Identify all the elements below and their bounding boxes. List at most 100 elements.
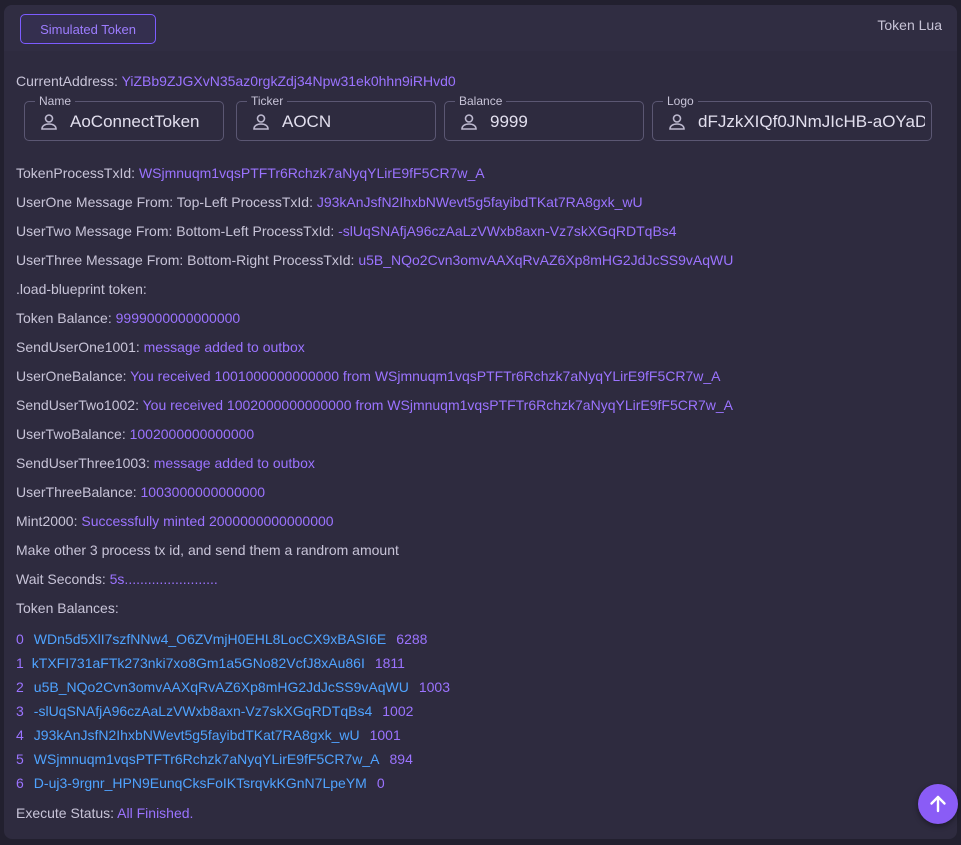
log-value: 9999000000000000 — [115, 310, 241, 326]
log-line: UserTwoBalance: 1002000000000000 — [16, 425, 254, 443]
user-icon — [41, 114, 57, 130]
balance-amount: 1811 — [374, 655, 405, 671]
name-field[interactable]: Name AoConnectToken — [24, 93, 224, 141]
log-line: SendUserTwo1002: You received 1002000000… — [16, 396, 733, 414]
log-label: UserTwo Message From: Bottom-Left Proces… — [16, 223, 339, 239]
log-value: 1002000000000000 — [129, 426, 255, 442]
log-label: Token Balances: — [16, 600, 119, 616]
log-line: SendUserThree1003: message added to outb… — [16, 454, 315, 472]
log-label: TokenProcessTxId: — [16, 165, 139, 181]
list-item: 2 u5B_NQo2Cvn3omvAAXqRvAZ6Xp8mHG2JdJcSS9v… — [16, 678, 450, 696]
ticker-field-value: AOCN — [282, 112, 332, 131]
balance-id: u5B_NQo2Cvn3omvAAXqRvAZ6Xp8mHG2JdJcSS9vA… — [33, 679, 409, 695]
log-line: TokenProcessTxId: WSjmnuqm1vqsPTFTr6Rchz… — [16, 164, 485, 182]
list-item: 0 WDn5d5XlI7szfNNw4_O6ZVmjH0EHL8LocCX9xBA… — [16, 630, 427, 648]
current-address-label: CurrentAddress: — [16, 73, 118, 89]
log-line: Token Balances: — [16, 599, 119, 617]
balance-index: 6 — [16, 775, 24, 791]
ticker-field[interactable]: Ticker AOCN — [236, 93, 436, 141]
list-item: 5 WSjmnuqm1vqsPTFTr6Rchzk7aNyqYLirE9fF5CR… — [16, 750, 413, 768]
log-value: message added to outbox — [153, 455, 315, 471]
log-line: SendUserOne1001: message added to outbox — [16, 338, 305, 356]
balance-field-legend: Balance — [455, 93, 507, 109]
log-label: SendUserTwo1002: — [16, 397, 143, 413]
log-line: .load-blueprint token: — [16, 280, 147, 298]
balance-amount: 1003 — [418, 679, 450, 695]
list-item: 3 -slUqSNAfjA96czAaLzVWxb8axn-Vz7skXGqRDT… — [16, 702, 413, 720]
log-line: UserOneBalance: You received 10010000000… — [16, 367, 721, 385]
list-item: 4 J93kAnJsfN2IhxbNWevt5g5fayibdTKat7RA8gx… — [16, 726, 401, 744]
balance-index: 0 — [16, 631, 24, 647]
log-line: UserThreeBalance: 1003000000000000 — [16, 483, 265, 501]
log-value: J93kAnJsfN2IhxbNWevt5g5fayibdTKat7RA8gxk… — [316, 194, 643, 210]
name-field-legend: Name — [35, 93, 76, 109]
balance-field-value: 9999 — [490, 112, 528, 131]
name-field-value: AoConnectToken — [70, 112, 200, 131]
execute-status-label: Execute Status: — [16, 805, 118, 821]
log-label: Token Balance: — [16, 310, 116, 326]
current-address-value: YiZBb9ZJGXvN35az0rgkZdj34Npw31ek0hhn9iRH… — [121, 73, 456, 89]
balance-id: D-uj3-9rgnr_HPN9EunqCksFoIKTsrqvkKGnN7Lp… — [33, 775, 367, 791]
log-label: Make other 3 process tx id, and send the… — [16, 542, 399, 558]
log-value: u5B_NQo2Cvn3omvAAXqRvAZ6Xp8mHG2JdJcSS9vA… — [358, 252, 734, 268]
balance-amount: 1001 — [369, 727, 401, 743]
log-line: UserTwo Message From: Bottom-Left Proces… — [16, 222, 677, 240]
arrow-up-icon — [930, 795, 946, 813]
log-value: -slUqSNAfjA96czAaLzVWxb8axn-Vz7skXGqRDTq… — [338, 223, 677, 239]
log-value: You received 1001000000000000 from WSjmn… — [130, 368, 721, 384]
log-line: UserOne Message From: Top-Left ProcessTx… — [16, 193, 643, 211]
balance-index: 3 — [16, 703, 24, 719]
balance-id: J93kAnJsfN2IhxbNWevt5g5fayibdTKat7RA8gxk… — [33, 727, 360, 743]
log-label: SendUserThree1003: — [16, 455, 154, 471]
log-label: UserOneBalance: — [16, 368, 131, 384]
current-address-line: CurrentAddress: YiZBb9ZJGXvN35az0rgkZdj3… — [16, 72, 456, 90]
balance-id: kTXFI731aFTk273nki7xo8Gm1a5GNo82VcfJ8xAu… — [31, 655, 365, 671]
execute-status-line: Execute Status: All Finished. — [16, 804, 193, 822]
log-line: Make other 3 process tx id, and send the… — [16, 541, 399, 559]
log-line: Token Balance: 9999000000000000 — [16, 309, 240, 327]
log-label: UserTwoBalance: — [16, 426, 130, 442]
log-label: .load-blueprint token: — [16, 281, 147, 297]
user-icon — [253, 114, 269, 130]
list-item: 1 kTXFI731aFTk273nki7xo8Gm1a5GNo82VcfJ8xA… — [16, 654, 405, 672]
log-label: Wait Seconds: — [16, 571, 110, 587]
log-label: UserOne Message From: Top-Left ProcessTx… — [16, 194, 317, 210]
log-line: Mint2000: Successfully minted 2000000000… — [16, 512, 334, 530]
balance-amount: 6288 — [396, 631, 428, 647]
ticker-field-legend: Ticker — [247, 93, 288, 109]
list-item: 6 D-uj3-9rgnr_HPN9EunqCksFoIKTsrqvkKGnN7L… — [16, 774, 385, 792]
simulated-token-button[interactable]: Simulated Token — [20, 14, 156, 44]
log-label: UserThreeBalance: — [16, 484, 141, 500]
balance-id: WDn5d5XlI7szfNNw4_O6ZVmjH0EHL8LocCX9xBAS… — [33, 631, 387, 647]
balance-id: WSjmnuqm1vqsPTFTr6Rchzk7aNyqYLirE9fF5CR7… — [33, 751, 380, 767]
balance-id: -slUqSNAfjA96czAaLzVWxb8axn-Vz7skXGqRDTq… — [33, 703, 373, 719]
log-value: Successfully minted 2000000000000000 — [81, 513, 334, 529]
balance-index: 4 — [16, 727, 24, 743]
log-value: 5s........................ — [109, 571, 218, 587]
balance-amount: 0 — [376, 775, 385, 791]
log-label: UserThree Message From: Bottom-Right Pro… — [16, 252, 359, 268]
balance-index: 2 — [16, 679, 24, 695]
balance-field[interactable]: Balance 9999 — [444, 93, 644, 141]
log-label: SendUserOne1001: — [16, 339, 144, 355]
balance-index: 5 — [16, 751, 24, 767]
execute-status-value: All Finished. — [117, 805, 194, 821]
log-value: WSjmnuqm1vqsPTFTr6Rchzk7aNyqYLirE9fF5CR7… — [138, 165, 485, 181]
logo-field[interactable]: Logo dFJzkXIQf0JNmJIcHB-aOYaD — [652, 93, 932, 141]
balance-amount: 894 — [389, 751, 413, 767]
balance-amount: 1002 — [382, 703, 414, 719]
user-icon — [461, 114, 477, 130]
card-header: Simulated Token Token Lua — [4, 5, 957, 51]
balance-index: 1 — [16, 655, 24, 671]
token-lua-label: Token Lua — [877, 17, 942, 33]
log-line: UserThree Message From: Bottom-Right Pro… — [16, 251, 733, 269]
log-label: Mint2000: — [16, 513, 82, 529]
logo-field-legend: Logo — [663, 93, 698, 109]
user-icon — [669, 114, 685, 130]
log-value: message added to outbox — [143, 339, 305, 355]
scroll-top-button[interactable] — [918, 784, 958, 824]
logo-field-value: dFJzkXIQf0JNmJIcHB-aOYaD — [698, 112, 925, 131]
log-value: 1003000000000000 — [140, 484, 266, 500]
log-line: Wait Seconds: 5s........................ — [16, 570, 218, 588]
log-value: You received 1002000000000000 from WSjmn… — [142, 397, 733, 413]
